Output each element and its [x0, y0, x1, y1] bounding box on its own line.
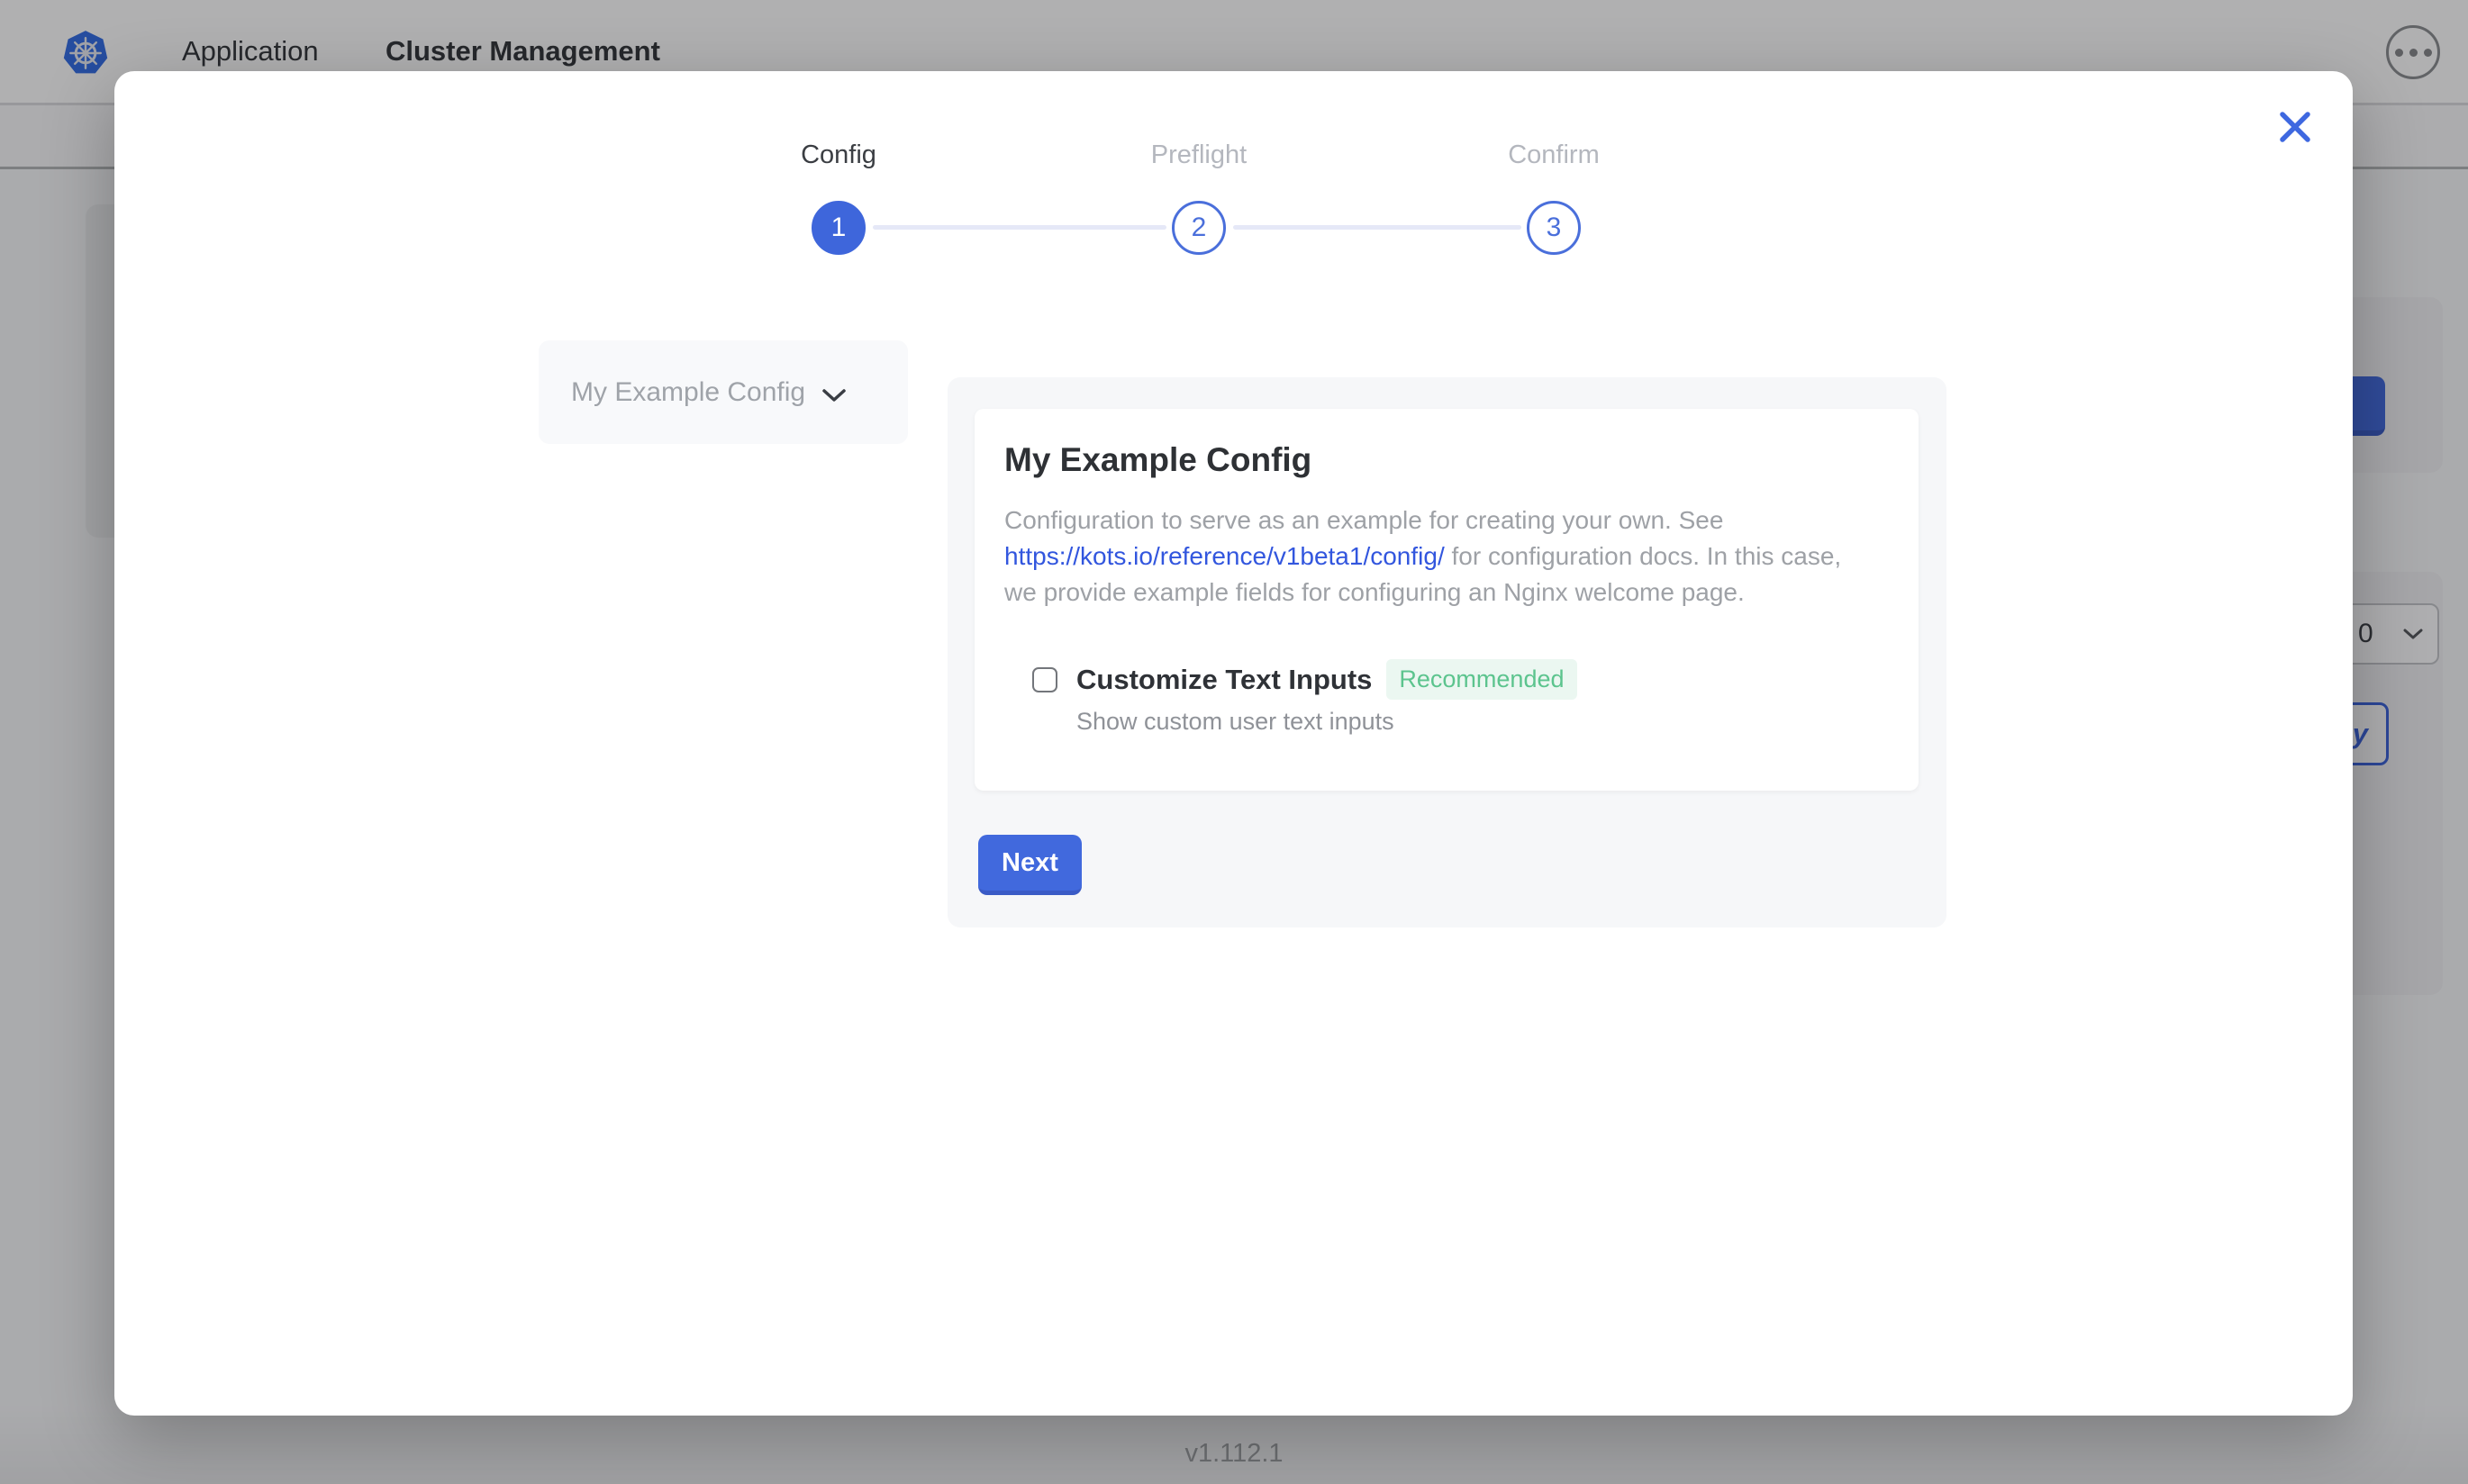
description-line1: Configuration to serve as an example for…: [1004, 506, 1723, 534]
wizard-step-confirm: Confirm 3: [1437, 140, 1671, 255]
step-label: Confirm: [1437, 140, 1671, 170]
config-group-description: Configuration to serve as an example for…: [1004, 502, 1887, 611]
config-group-dropdown[interactable]: My Example Config: [539, 340, 908, 444]
checkbox-label: Customize Text Inputs: [1076, 664, 1372, 696]
close-x-icon: [2276, 108, 2314, 146]
customize-text-inputs-checkbox[interactable]: [1032, 667, 1057, 692]
chevron-down-icon: [821, 388, 847, 403]
step-circle-1[interactable]: 1: [812, 201, 866, 255]
wizard-step-preflight: Preflight 2: [1082, 140, 1316, 255]
description-line3: we provide example fields for configurin…: [1004, 578, 1745, 606]
config-wizard-modal: Config 1 Preflight 2 Confirm 3 My Exampl…: [114, 71, 2353, 1416]
step-label: Config: [721, 140, 956, 170]
config-field-row: Customize Text Inputs Recommended: [1032, 659, 1875, 700]
config-docs-link[interactable]: https://kots.io/reference/v1beta1/config…: [1004, 542, 1445, 570]
config-panel: My Example Config Configuration to serve…: [948, 377, 1946, 928]
recommended-badge: Recommended: [1386, 659, 1576, 700]
step-circle-3[interactable]: 3: [1527, 201, 1581, 255]
wizard-step-config: Config 1: [721, 140, 956, 255]
description-line2: for configuration docs. In this case,: [1445, 542, 1841, 570]
config-group-dropdown-label: My Example Config: [571, 377, 805, 408]
step-label: Preflight: [1082, 140, 1316, 170]
modal-close-button[interactable]: [2272, 104, 2318, 150]
config-group-card: My Example Config Configuration to serve…: [975, 409, 1919, 791]
step-circle-2[interactable]: 2: [1172, 201, 1226, 255]
next-button[interactable]: Next: [978, 835, 1082, 895]
config-group-title: My Example Config: [1004, 439, 1875, 481]
checkbox-help-text: Show custom user text inputs: [1076, 708, 1875, 736]
